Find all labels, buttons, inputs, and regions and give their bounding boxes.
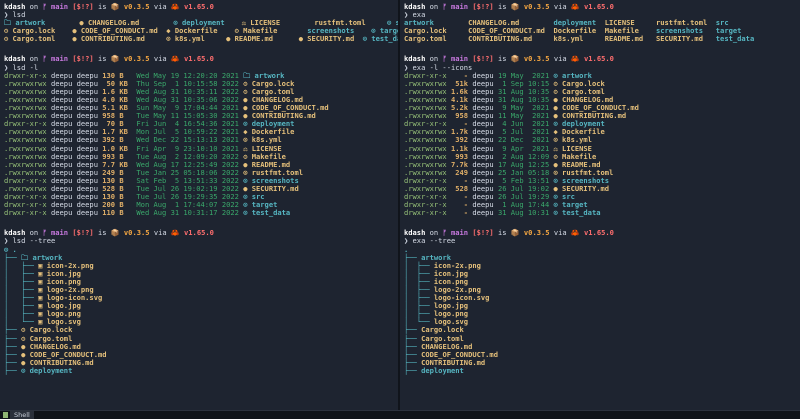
command-block: kdash on ᚠ main [$!?] is 📦 v0.3.5 via 🦀 … [4, 55, 398, 217]
prompt-git-status: [$!?] [468, 2, 494, 11]
file-size: 110 B [97, 208, 128, 218]
prompt-git-status: [$!?] [68, 228, 94, 238]
prompt-rust-version: v1.65.0 [179, 228, 214, 238]
prompt-version: v0.3.5 [119, 54, 150, 64]
prompt-text: via [149, 2, 171, 11]
output-line: ├── ⊙ deployment [4, 365, 398, 375]
tree-branch: ├── [404, 365, 422, 375]
directory-entry: test_data [715, 34, 755, 44]
prompt-git-status: [$!?] [68, 2, 94, 11]
tab-shell[interactable]: Shell [10, 411, 34, 419]
owner: deepu deepu [46, 208, 98, 218]
output-line: Cargo.toml CONTRIBUTING.md k8s.yml READM… [404, 35, 800, 43]
package-icon: 📦 [510, 54, 520, 64]
prompt-text: is [93, 54, 111, 64]
prompt-line: kdash on ᚠ main [$!?] is 📦 v0.3.5 via 🦀 … [4, 2, 398, 11]
prompt-text: via [149, 54, 171, 64]
owner: deepu [472, 208, 494, 218]
file-entry: ● CONTRIBUTING.md [55, 34, 145, 44]
command-block: kdash on ᚠ main [$!?] is 📦 v0.3.5 via 🦀 … [4, 229, 398, 375]
prompt-rust-version: v1.65.0 [179, 54, 214, 64]
package-icon: 📦 [110, 228, 120, 238]
command-block: kdash on ᚠ main [$!?] is 📦 v0.3.5 via 🦀 … [4, 2, 398, 43]
prompt-text: via [549, 2, 571, 11]
rust-icon: 🦀 [170, 54, 180, 64]
output-line: ├── deployment [404, 365, 800, 375]
permissions: drwxr-xr-x [4, 208, 47, 218]
prompt-rust-version: v1.65.0 [179, 2, 214, 11]
command-block: kdash on ᚠ main [$!?] is 📦 v0.3.5 via 🦀 … [404, 229, 800, 375]
file-entry: CONTRIBUTING.md [468, 34, 554, 44]
output-line: . [404, 245, 800, 254]
shell-indicator-icon [3, 412, 8, 418]
directory-entry: deployment [421, 365, 464, 375]
prompt-branch: main [46, 2, 69, 11]
command-line[interactable]: ❯ lsd --tree [4, 237, 398, 245]
directory-entry: ⊙ test_data [238, 208, 291, 218]
package-icon: 📦 [510, 2, 520, 11]
modified-date: 31 Aug 10:31 [493, 208, 550, 218]
output-line: drwxr-xr-x deepu deepu 110 B Wed Aug 31 … [4, 209, 398, 217]
rust-icon: 🦀 [570, 54, 580, 64]
file-entry: k8s.yml [553, 34, 605, 44]
prompt-line: kdash on ᚠ main [$!?] is 📦 v0.3.5 via 🦀 … [404, 229, 800, 237]
package-icon: 📦 [110, 2, 120, 11]
file-entry: ● SECURITY.md [273, 34, 355, 44]
prompt-git-status: [$!?] [68, 54, 94, 64]
terminal-pane-left[interactable]: kdash on ᚠ main [$!?] is 📦 v0.3.5 via 🦀 … [0, 0, 398, 410]
prompt-line: kdash on ᚠ main [$!?] is 📦 v0.3.5 via 🦀 … [4, 229, 398, 237]
rust-icon: 🦀 [570, 228, 580, 238]
directory-entry: ⊙ test_data [549, 208, 601, 218]
command-line[interactable]: ❯ exa --tree [404, 237, 800, 245]
prompt-text: is [493, 228, 511, 238]
prompt-git-status: [$!?] [468, 228, 494, 238]
prompt-text: via [549, 228, 571, 238]
directory-entry: ⊙ test_data [362, 34, 398, 44]
file-entry: README.md [604, 34, 656, 44]
status-bar: Shell [0, 410, 800, 419]
output-line: ⚙ Cargo.toml ● CONTRIBUTING.md ⊙ k8s.yml… [4, 35, 398, 43]
prompt-text: is [493, 2, 511, 11]
prompt-text: via [549, 54, 571, 64]
prompt-line: kdash on ᚠ main [$!?] is 📦 v0.3.5 via 🦀 … [4, 55, 398, 63]
prompt-text: is [493, 54, 511, 64]
prompt-branch: main [46, 54, 69, 64]
tree-branch: ├── [4, 365, 22, 375]
output-line: drwxr-xr-x - deepu 31 Aug 10:31 ⊙ test_d… [404, 209, 800, 217]
prompt-version: v0.3.5 [519, 2, 550, 11]
prompt-rust-version: v1.65.0 [579, 2, 614, 11]
file-entry: ⚙ Cargo.toml [4, 34, 56, 44]
prompt-version: v0.3.5 [119, 2, 150, 11]
rust-icon: 🦀 [170, 228, 180, 238]
prompt-version: v0.3.5 [119, 228, 150, 238]
prompt-text: on [25, 2, 43, 11]
directory-entry: ⊙ deployment [21, 365, 73, 375]
prompt-version: v0.3.5 [519, 228, 550, 238]
prompt-rust-version: v1.65.0 [579, 228, 614, 238]
prompt-branch: main [446, 2, 469, 11]
prompt-text: is [93, 2, 111, 11]
prompt-text: on [425, 2, 443, 11]
package-icon: 📦 [510, 228, 520, 238]
prompt-text: via [149, 228, 171, 238]
prompt-version: v0.3.5 [519, 54, 550, 64]
command-text: ❯ exa --tree [404, 236, 456, 246]
file-size: - [446, 208, 473, 218]
prompt-rust-version: v1.65.0 [579, 54, 614, 64]
prompt-line: kdash on ᚠ main [$!?] is 📦 v0.3.5 via 🦀 … [404, 2, 800, 11]
file-entry: Cargo.toml [404, 34, 469, 44]
permissions: drwxr-xr-x [404, 208, 447, 218]
command-block: kdash on ᚠ main [$!?] is 📦 v0.3.5 via 🦀 … [404, 55, 800, 217]
package-icon: 📦 [110, 54, 120, 64]
rust-icon: 🦀 [170, 2, 180, 11]
file-entry: SECURITY.md [655, 34, 716, 44]
prompt-text: is [93, 228, 111, 238]
terminal-pane-right[interactable]: kdash on ᚠ main [$!?] is 📦 v0.3.5 via 🦀 … [400, 0, 800, 410]
file-entry: ⊙ k8s.yml [144, 34, 205, 44]
command-block: kdash on ᚠ main [$!?] is 📦 v0.3.5 via 🦀 … [404, 2, 800, 43]
output-line: ⊙ . [4, 245, 398, 254]
modified-date: Wed Aug 31 10:31:17 2022 [127, 208, 239, 218]
file-entry: ● README.md [204, 34, 274, 44]
rust-icon: 🦀 [570, 2, 580, 11]
